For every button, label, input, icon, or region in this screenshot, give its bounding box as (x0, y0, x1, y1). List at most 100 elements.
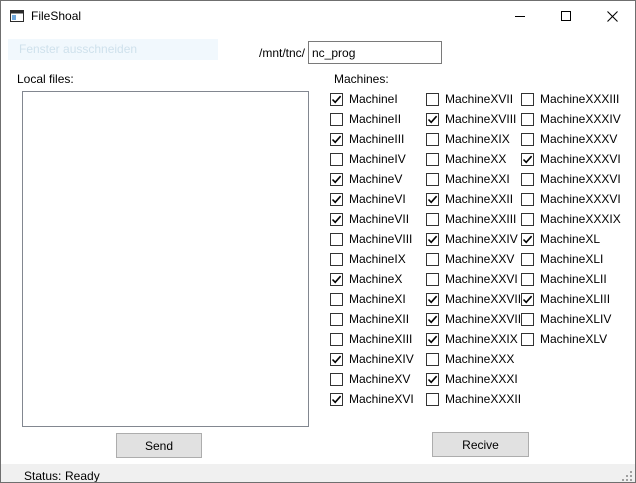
machine-checkbox[interactable]: MachineXXXII (426, 389, 521, 409)
checkbox-box[interactable] (426, 92, 439, 106)
machine-checkbox[interactable]: MachineXIX (426, 129, 510, 149)
checkbox-box[interactable] (330, 172, 343, 186)
checkbox-box[interactable] (426, 312, 439, 326)
checkbox-box[interactable] (330, 372, 343, 386)
receive-button[interactable]: Recive (432, 432, 529, 457)
checkbox-box[interactable] (521, 232, 534, 246)
checkbox-box[interactable] (426, 232, 439, 246)
checkbox-box[interactable] (426, 212, 439, 226)
checkbox-box[interactable] (330, 152, 343, 166)
checkbox-box[interactable] (330, 132, 343, 146)
machine-checkbox[interactable]: MachineIX (330, 249, 406, 269)
machine-checkbox[interactable]: MachineV (330, 169, 402, 189)
checkbox-box[interactable] (521, 212, 534, 226)
checkbox-box[interactable] (330, 392, 343, 406)
machine-checkbox[interactable]: MachineXXXIV (521, 109, 621, 129)
machine-checkbox[interactable]: MachineI (330, 89, 398, 109)
checkbox-box[interactable] (330, 292, 343, 306)
close-button[interactable] (589, 1, 635, 31)
machine-checkbox[interactable]: MachineII (330, 109, 401, 129)
machine-checkbox[interactable]: MachineXXII (426, 189, 513, 209)
checkbox-box[interactable] (330, 112, 343, 126)
machine-checkbox[interactable]: MachineXXVIII (426, 309, 524, 329)
checkbox-box[interactable] (330, 232, 343, 246)
checkbox-box[interactable] (521, 312, 534, 326)
machine-checkbox[interactable]: MachineXXXV (521, 129, 617, 149)
machine-checkbox[interactable]: MachineXVI (330, 389, 414, 409)
checkbox-box[interactable] (521, 292, 534, 306)
status-value: Ready (65, 469, 100, 483)
minimize-button[interactable] (497, 1, 543, 31)
checkbox-box[interactable] (426, 172, 439, 186)
checkbox-box[interactable] (426, 152, 439, 166)
machine-checkbox[interactable]: MachineXXIII (426, 209, 516, 229)
machine-checkbox[interactable]: MachineXIV (330, 349, 414, 369)
path-input[interactable] (308, 41, 442, 64)
checkbox-box[interactable] (330, 352, 343, 366)
checkbox-box[interactable] (426, 392, 439, 406)
checkbox-box[interactable] (521, 332, 534, 346)
machine-checkbox[interactable]: MachineXLIV (521, 309, 611, 329)
checkbox-box[interactable] (330, 192, 343, 206)
checkbox-box[interactable] (426, 352, 439, 366)
checkbox-box[interactable] (521, 192, 534, 206)
checkbox-box[interactable] (521, 172, 534, 186)
machine-checkbox[interactable]: MachineXXXI (426, 369, 518, 389)
machine-checkbox[interactable]: MachineXX (426, 149, 506, 169)
machine-checkbox[interactable]: MachineXII (330, 309, 409, 329)
machine-checkbox[interactable]: MachineXXI (426, 169, 510, 189)
machine-checkbox[interactable]: MachineXL (521, 229, 600, 249)
machine-checkbox[interactable]: MachineXLIII (521, 289, 610, 309)
checkbox-box[interactable] (521, 112, 534, 126)
machine-checkbox[interactable]: MachineXVII (426, 89, 513, 109)
machine-checkbox[interactable]: MachineXI (330, 289, 406, 309)
machine-checkbox[interactable]: MachineXLII (521, 269, 607, 289)
checkbox-box[interactable] (521, 92, 534, 106)
machine-checkbox[interactable]: MachineXIII (330, 329, 412, 349)
checkbox-box[interactable] (521, 252, 534, 266)
machine-checkbox[interactable]: MachineXXVII (426, 289, 521, 309)
machine-checkbox[interactable]: MachineXXVI (426, 269, 518, 289)
machine-checkbox[interactable]: MachineXXXIX (521, 209, 621, 229)
local-files-list[interactable] (22, 91, 309, 427)
machine-checkbox[interactable]: MachineXVIII (426, 109, 516, 129)
checkbox-box[interactable] (426, 332, 439, 346)
machine-checkbox[interactable]: MachineXXIX (426, 329, 518, 349)
machine-checkbox[interactable]: MachineVIII (330, 229, 412, 249)
checkbox-box[interactable] (330, 332, 343, 346)
machine-checkbox[interactable]: MachineXXXIII (521, 89, 619, 109)
checkbox-box[interactable] (521, 132, 534, 146)
checkbox-box[interactable] (330, 92, 343, 106)
send-button[interactable]: Send (116, 433, 202, 458)
machine-checkbox[interactable]: MachineX (330, 269, 402, 289)
machine-checkbox[interactable]: MachineXLV (521, 329, 607, 349)
checkbox-box[interactable] (426, 132, 439, 146)
machine-checkbox[interactable]: MachineXXIV (426, 229, 518, 249)
resize-grip-icon[interactable] (621, 470, 633, 482)
checkbox-box[interactable] (330, 272, 343, 286)
checkbox-box[interactable] (521, 152, 534, 166)
checkbox-box[interactable] (426, 252, 439, 266)
maximize-button[interactable] (543, 1, 589, 31)
machine-checkbox[interactable]: MachineXV (330, 369, 410, 389)
checkbox-box[interactable] (521, 272, 534, 286)
checkbox-box[interactable] (426, 272, 439, 286)
machine-checkbox[interactable]: MachineIII (330, 129, 404, 149)
machine-checkbox[interactable]: MachineXXXVI (521, 169, 621, 189)
checkbox-box[interactable] (426, 372, 439, 386)
checkbox-box[interactable] (330, 212, 343, 226)
machine-checkbox[interactable]: MachineXXX (426, 349, 514, 369)
machine-checkbox[interactable]: MachineXXXVI (521, 189, 621, 209)
machine-checkbox[interactable]: MachineVI (330, 189, 406, 209)
checkbox-box[interactable] (426, 112, 439, 126)
machine-checkbox[interactable]: MachineIV (330, 149, 406, 169)
checkbox-box[interactable] (426, 292, 439, 306)
title-bar[interactable]: FileShoal (1, 1, 635, 31)
checkbox-box[interactable] (330, 252, 343, 266)
machine-checkbox[interactable]: MachineXXXVI (521, 149, 621, 169)
machine-checkbox[interactable]: MachineXXV (426, 249, 514, 269)
checkbox-box[interactable] (426, 192, 439, 206)
machine-checkbox[interactable]: MachineXLI (521, 249, 603, 269)
checkbox-box[interactable] (330, 312, 343, 326)
machine-checkbox[interactable]: MachineVII (330, 209, 409, 229)
